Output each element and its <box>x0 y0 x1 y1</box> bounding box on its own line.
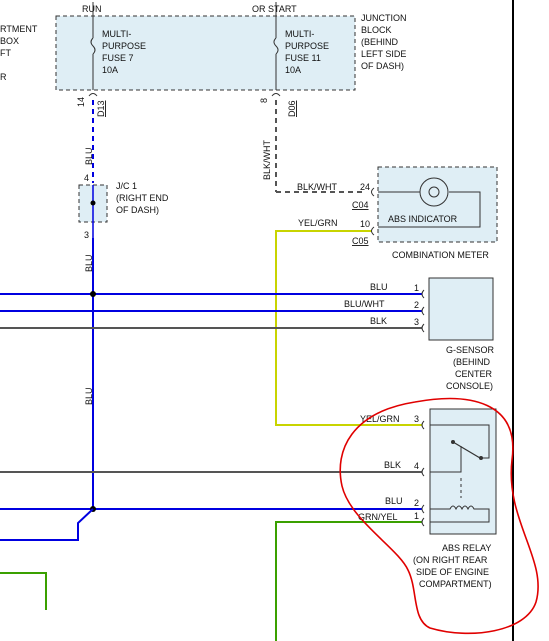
abs-relay: 3 4 2 1 ABS RELAY (ON RIGHT REAR SIDE OF… <box>413 408 497 589</box>
left-cut-text-3: FT <box>0 48 11 58</box>
wire-blk-label-gsensor: BLK <box>370 316 387 326</box>
conn-d13: D13 <box>96 100 106 117</box>
relay-pin-4: 4 <box>414 461 419 471</box>
wire-blk-wht-label-vertical: BLK/WHT <box>262 139 272 180</box>
g-sensor-pin-3: 3 <box>414 317 419 327</box>
junction-block-title-5: OF DASH) <box>361 61 404 71</box>
meter-pin-10: 10 <box>360 219 370 229</box>
conn-d06: D06 <box>287 100 297 117</box>
abs-indicator-lamp-icon <box>419 177 449 207</box>
left-cut-text: RTMENT BOX FT R <box>0 24 38 82</box>
relay-contact-icon <box>479 456 483 460</box>
wire-yel-grn-label-top: YEL/GRN <box>298 218 338 228</box>
jc1-label-1: J/C 1 <box>116 181 137 191</box>
left-cut-text-2: BOX <box>0 36 19 46</box>
fuse7-label-2: PURPOSE <box>102 41 146 51</box>
wire-blu-label-upper: BLU <box>84 147 94 165</box>
relay-pivot-icon <box>451 440 455 444</box>
junction-block-connector-arrows <box>88 93 281 97</box>
junction-block: RUN OR START MULTI- PURPOSE FUSE 7 10A M… <box>55 2 407 117</box>
wire-blk-label-relay: BLK <box>384 460 401 470</box>
junction-block-title-1: JUNCTION <box>361 13 407 23</box>
g-sensor-pin-2: 2 <box>414 300 419 310</box>
relay-pin-1: 1 <box>414 511 419 521</box>
conn-c05: C05 <box>352 236 369 246</box>
junction-block-title-3: (BEHIND <box>361 37 399 47</box>
abs-relay-title-3: SIDE OF ENGINE <box>416 567 489 577</box>
fuse11-label-2: PURPOSE <box>285 41 329 51</box>
relay-connector-arrows <box>421 420 425 527</box>
jc1-label-2: (RIGHT END <box>116 193 169 203</box>
jc1-connector: 4 3 J/C 1 (RIGHT END OF DASH) <box>78 173 169 240</box>
relay-pin-3: 3 <box>414 414 419 424</box>
pin-8: 8 <box>259 98 269 103</box>
wire-blu-branch <box>0 508 94 541</box>
combination-meter: 24 C04 10 C05 ABS INDICATOR COMBINATION … <box>352 166 498 260</box>
wire-grn-bottom-left <box>0 572 47 610</box>
g-sensor-title-2: (BEHIND <box>453 357 491 367</box>
run-label: RUN <box>82 4 102 14</box>
relay-pin-2: 2 <box>414 498 419 508</box>
left-cut-text-4: R <box>0 72 7 82</box>
abs-relay-title-1: ABS RELAY <box>442 543 491 553</box>
wire-grn-yel <box>275 521 422 641</box>
fuse11-label-4: 10A <box>285 65 301 75</box>
wire-blu-label-mid: BLU <box>84 254 94 272</box>
combination-meter-title: COMBINATION METER <box>392 250 489 260</box>
start-label: OR START <box>252 4 297 14</box>
left-cut-text-1: RTMENT <box>0 24 38 34</box>
jc1-node <box>90 200 96 206</box>
junction-block-title-4: LEFT SIDE <box>361 49 406 59</box>
g-sensor-title-3: CENTER <box>455 369 493 379</box>
wire-blu-label-lower: BLU <box>84 387 94 405</box>
pin-14: 14 <box>76 97 86 107</box>
abs-relay-title-2: (ON RIGHT REAR <box>413 555 488 565</box>
g-sensor-title-1: G-SENSOR <box>446 345 495 355</box>
fuse7-label-4: 10A <box>102 65 118 75</box>
fuse11-label-1: MULTI- <box>285 29 314 39</box>
wire-blk-wht-label: BLK/WHT <box>297 182 338 192</box>
g-sensor: 1 2 3 G-SENSOR (BEHIND CENTER CONSOLE) <box>414 277 495 391</box>
conn-c04: C04 <box>352 200 369 210</box>
meter-pin-24: 24 <box>360 182 370 192</box>
fuse7-label-1: MULTI- <box>102 29 131 39</box>
abs-indicator-label: ABS INDICATOR <box>388 214 458 224</box>
g-sensor-title-4: CONSOLE) <box>446 381 493 391</box>
wiring-diagram: RTMENT BOX FT R RUN OR START MULTI- PURP… <box>0 0 539 641</box>
wire-blu-wht-label: BLU/WHT <box>344 299 385 309</box>
wires: BLU BLU BLU BLK/WHT BLK/WHT YEL/GRN YEL/… <box>0 100 422 641</box>
jc1-label-3: OF DASH) <box>116 205 159 215</box>
wire-grn-yel-label: GRN/YEL <box>358 512 398 522</box>
wire-blu-label-gsensor: BLU <box>370 282 388 292</box>
fuse7-label-3: FUSE 7 <box>102 53 134 63</box>
jc1-pin-bottom: 3 <box>84 230 89 240</box>
g-sensor-pin-1: 1 <box>414 283 419 293</box>
jc1-pin-top: 4 <box>84 173 89 183</box>
g-sensor-box <box>428 277 494 341</box>
meter-connector-arrows <box>371 187 375 236</box>
fuse11-label-3: FUSE 11 <box>285 53 321 63</box>
abs-relay-title-4: COMPARTMENT) <box>419 579 492 589</box>
wire-yel-grn-label-relay: YEL/GRN <box>360 414 400 424</box>
junction-block-title-2: BLOCK <box>361 25 392 35</box>
wire-blu-label-relay: BLU <box>385 496 403 506</box>
splice-dot-upper <box>90 291 96 297</box>
g-sensor-connector-arrows <box>421 289 425 333</box>
